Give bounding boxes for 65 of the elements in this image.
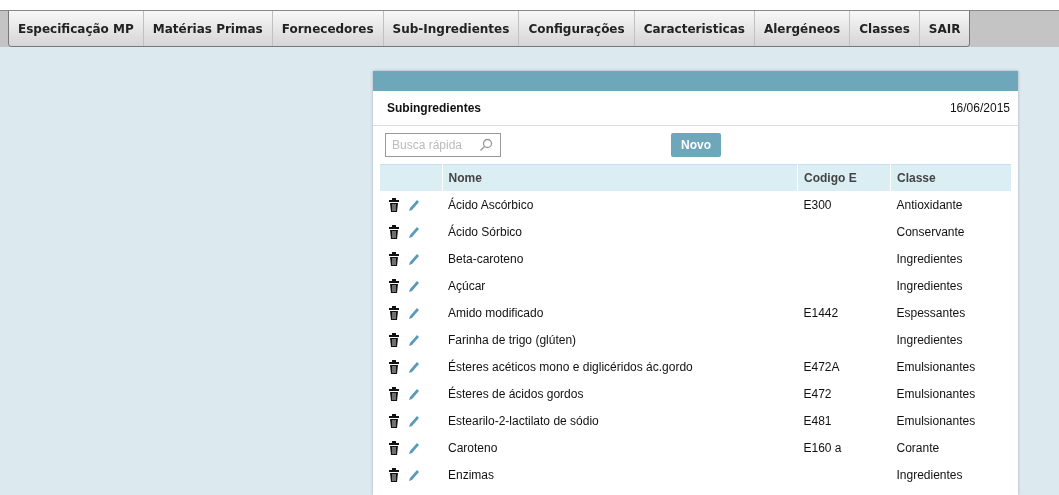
pencil-icon[interactable] [408,305,420,320]
pencil-icon[interactable] [408,386,420,401]
name-cell: Ácido Ascórbico [448,197,534,212]
trash-icon[interactable] [388,197,400,212]
pencil-icon[interactable] [408,224,420,239]
name-cell: Estearilo-2-lactilato de sódio [448,413,599,428]
trash-icon[interactable] [388,467,400,482]
trash-icon[interactable] [388,251,400,266]
trash-icon[interactable] [388,305,400,320]
name-cell: Enzimas [448,467,494,482]
menu-tab[interactable]: Especificação MP [9,11,144,46]
pencil-icon[interactable] [408,413,420,428]
trash-icon[interactable] [388,386,400,401]
search-icon [479,138,493,152]
pencil-icon[interactable] [408,359,420,374]
trash-icon[interactable] [388,359,400,374]
menu-tab[interactable]: Alergéneos [754,11,851,46]
trash-icon[interactable] [388,413,400,428]
class-cell: Ingredientes [896,251,963,266]
menu-tab[interactable]: Sub-Ingredientes [383,11,520,46]
trash-icon[interactable] [388,332,400,347]
column-header[interactable]: Classe [897,171,936,185]
pencil-icon[interactable] [408,332,420,347]
menu-tab[interactable]: Fornecedores [272,11,384,46]
code-cell: E472 [803,386,832,401]
menu-tab[interactable]: Matérias Primas [143,11,273,46]
class-cell: Antioxidante [896,197,963,212]
code-cell: E300 [803,197,832,212]
name-cell: Beta-caroteno [448,251,524,266]
class-cell: Ingredientes [896,278,963,293]
menu-tab[interactable]: SAIR [919,11,970,46]
name-cell: Amido modificado [448,305,544,320]
pencil-icon[interactable] [408,251,420,266]
pencil-icon[interactable] [408,440,420,455]
column-header[interactable]: Nome [448,171,482,185]
name-cell: Açúcar [448,278,486,293]
menu-tab[interactable]: Caracteristicas [634,11,755,46]
class-cell: Conservante [896,224,965,239]
code-cell: E472A [803,359,840,374]
class-cell: Emulsionantes [896,359,976,374]
menu-tab[interactable]: Configurações [519,11,635,46]
name-cell: Ésteres acéticos mono e diglicéridos ác.gordo [448,359,693,374]
name-cell: Caroteno [448,440,498,455]
name-cell: Farinha de trigo (glúten) [448,332,577,347]
panel-title: Subingredientes [387,101,481,115]
code-cell: E481 [803,413,832,428]
trash-icon[interactable] [388,440,400,455]
code-cell: E1442 [803,305,839,320]
name-cell: Ácido Sórbico [448,224,523,239]
menu-tab[interactable]: Classes [850,11,920,46]
trash-icon[interactable] [388,278,400,293]
class-cell: Ingredientes [896,467,963,482]
date-label: 16/06/2015 [949,101,1010,115]
class-cell: Corante [896,440,940,455]
trash-icon[interactable] [388,224,400,239]
search-field[interactable]: Busca rápida [385,133,501,157]
class-cell: Emulsionantes [896,413,976,428]
pencil-icon[interactable] [408,197,420,212]
pencil-icon[interactable] [408,467,420,482]
class-cell: Ingredientes [896,332,963,347]
code-cell: E160 a [803,440,842,455]
name-cell: Ésteres de ácidos gordos [448,386,584,401]
class-cell: Emulsionantes [896,386,976,401]
pencil-icon[interactable] [408,278,420,293]
class-cell: Espessantes [896,305,966,320]
